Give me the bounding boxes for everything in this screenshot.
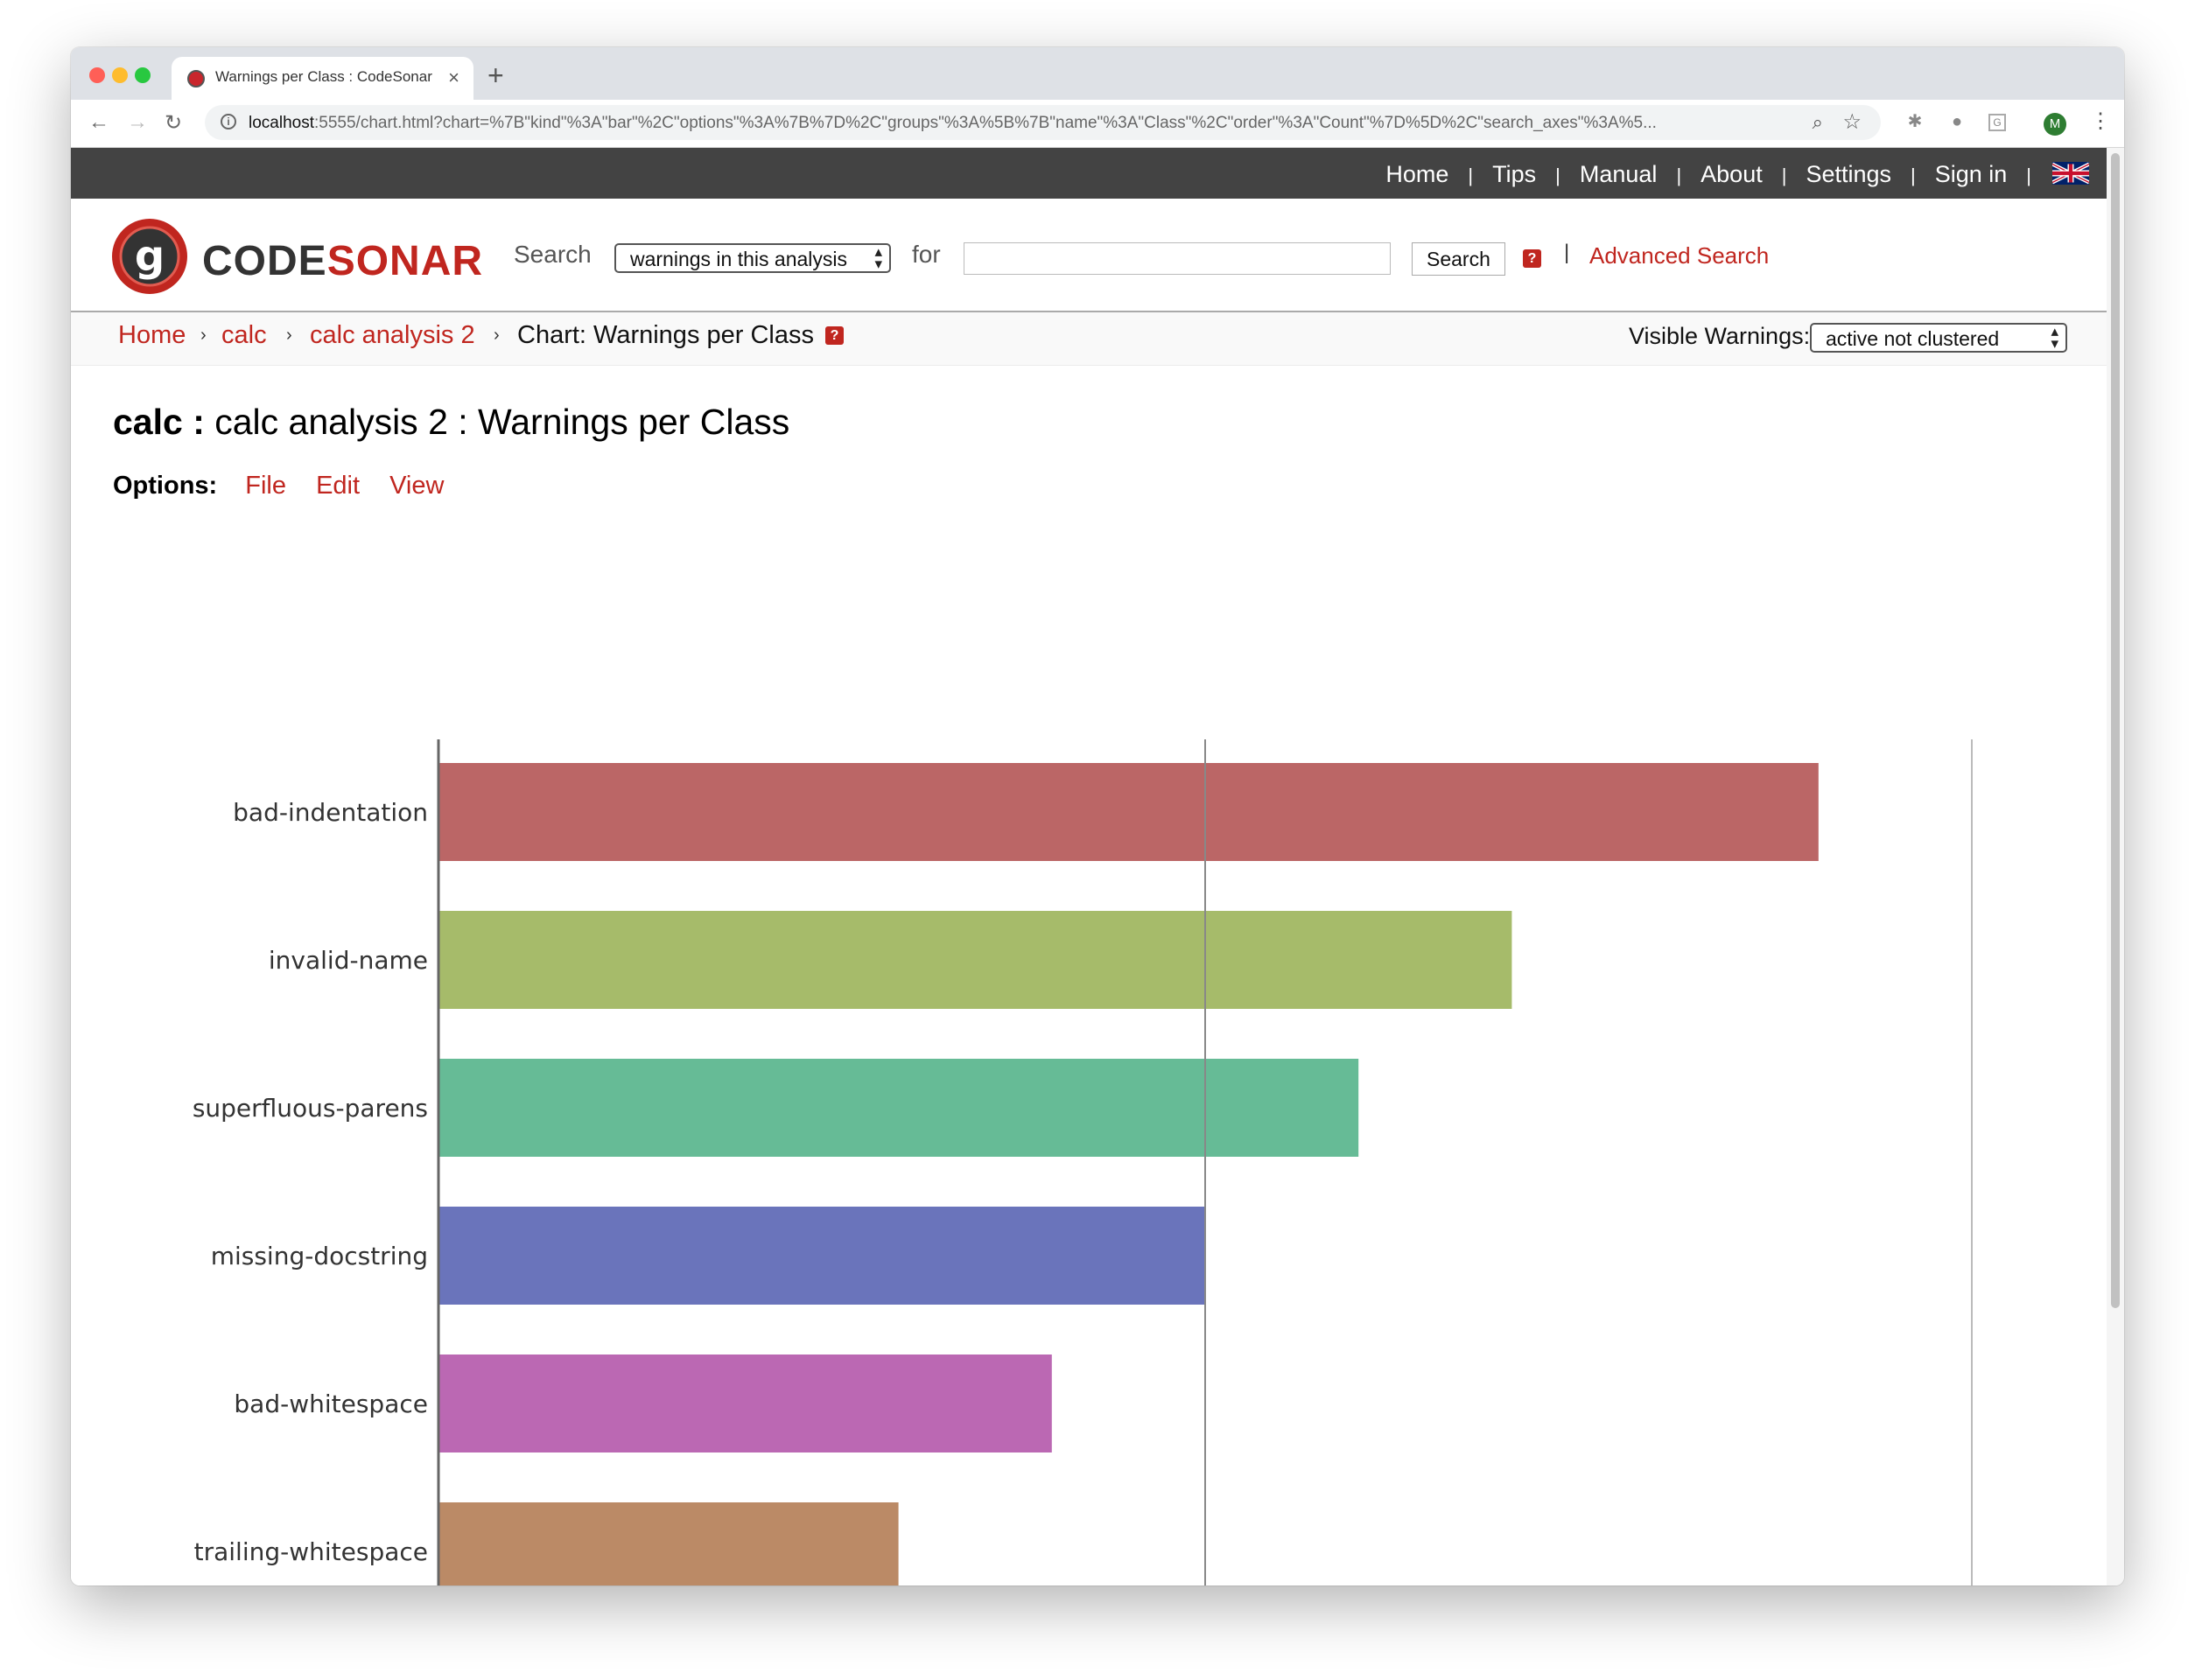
codesonar-logo-icon[interactable]: g [111,218,188,295]
codesonar-favicon-icon [187,70,205,88]
address-bar[interactable]: i localhost:5555/chart.html?chart=%7B"ki… [205,105,1881,140]
browser-tab[interactable]: Warnings per Class : CodeSonar × [172,57,473,100]
tab-strip: Warnings per Class : CodeSonar × + [71,47,2124,100]
minimize-window-button[interactable] [112,67,128,83]
options-edit-link[interactable]: Edit [316,472,360,500]
vertical-scrollbar[interactable] [2107,148,2124,1586]
bar-bad-whitespace[interactable] [438,1354,1052,1452]
back-arrow-icon[interactable]: ← [88,110,109,135]
topnav-separator: | [1676,164,1682,186]
options-bar: Options: File Edit View [113,472,466,500]
select-arrows-icon: ▴ ▾ [874,243,882,272]
search-input[interactable] [964,242,1391,275]
reload-icon[interactable]: ↻ [165,110,182,136]
bookmark-star-icon[interactable]: ☆ [1842,109,1862,135]
breadcrumb-bar: Home › calc › calc analysis 2 › Chart: W… [71,312,2107,366]
bar-missing-docstring[interactable] [438,1207,1205,1305]
options-label: Options: [113,472,218,500]
search-help-icon[interactable]: ? [1523,249,1541,268]
topnav-separator: | [2026,164,2031,186]
chart-help-icon[interactable]: ? [825,326,844,345]
bar-bad-indentation[interactable] [438,763,1819,861]
topnav-separator: | [1781,164,1787,186]
breadcrumb-current: Chart: Warnings per Class [517,321,814,349]
browser-menu-icon[interactable]: ⋮ [2090,108,2111,134]
options-file-link[interactable]: File [245,472,286,500]
browser-window: Warnings per Class : CodeSonar × + ← → ↻… [71,47,2124,1586]
address-url[interactable]: localhost:5555/chart.html?chart=%7B"kind… [249,114,1789,133]
category-label: trailing-whitespace [194,1537,428,1566]
extension-puzzle-icon[interactable]: ✱ [1905,112,1925,131]
warnings-bar-chart: bad-indentation invalid-name superfluous-p… [71,620,2107,1586]
scrollbar-thumb[interactable] [2111,153,2120,1308]
for-label: for [912,241,941,268]
forward-arrow-icon[interactable]: → [127,110,148,135]
breadcrumb-analysis[interactable]: calc analysis 2 [310,321,475,350]
chart-svg: bad-indentation invalid-name superfluous-p… [193,739,1973,1586]
category-label: missing-docstring [211,1242,428,1270]
site-header: g CODESONAR Search warnings in this anal… [71,199,2107,312]
topnav-manual-link[interactable]: Manual [1580,161,1658,187]
extension-circle-icon[interactable]: ● [1947,112,1967,131]
zoom-magnifier-icon[interactable]: ⌕ [1813,111,1823,134]
breadcrumb-separator: › [494,326,500,345]
search-label: Search [514,241,592,268]
visible-warnings-label: Visible Warnings: [1629,323,1811,349]
extension-g-icon[interactable]: G [1988,114,2006,131]
topnav-separator: | [1468,164,1474,186]
web-page: Home | Tips | Manual | About | Settings | Sign in |… [71,148,2107,1586]
topnav-sign-in-link[interactable]: Sign in [1935,161,2008,187]
bar-trailing-whitespace[interactable] [438,1502,899,1586]
site-info-icon[interactable]: i [221,114,236,130]
bar-superfluous-parens[interactable] [438,1059,1359,1157]
category-label: bad-whitespace [234,1390,428,1418]
svg-text:g: g [135,232,165,281]
tab-close-icon[interactable]: × [448,66,459,89]
zoom-window-button[interactable] [135,67,151,83]
top-navigation: Home | Tips | Manual | About | Settings | Sign in | [71,148,2107,199]
visible-warnings-select[interactable]: active not clustered ▴ ▾ [1810,323,2067,353]
topnav-about-link[interactable]: About [1701,161,1763,187]
topnav-separator: | [1911,164,1916,186]
top-nav-links: Home | Tips | Manual | About | Settings | Sign in | [1385,161,2051,188]
search-scope-select[interactable]: warnings in this analysis ▴ ▾ [614,243,891,273]
codesonar-wordmark[interactable]: CODESONAR [202,237,483,285]
header-separator: | [1564,241,1570,264]
advanced-search-link[interactable]: Advanced Search [1589,242,1769,270]
uk-flag-icon[interactable] [2052,162,2089,185]
bar-invalid-name[interactable] [438,911,1512,1009]
tab-title: Warnings per Class : CodeSonar [215,68,432,85]
topnav-tips-link[interactable]: Tips [1492,161,1536,187]
category-label: invalid-name [269,946,428,975]
page-title: calc : calc analysis 2 : Warnings per Cl… [113,402,790,442]
options-view-link[interactable]: View [389,472,444,500]
topnav-settings-link[interactable]: Settings [1806,161,1891,187]
breadcrumb-calc[interactable]: calc [221,321,267,350]
browser-toolbar: ← → ↻ i localhost:5555/chart.html?chart=… [71,100,2124,148]
profile-avatar[interactable]: M [2044,113,2066,136]
category-label: superfluous-parens [193,1094,428,1123]
breadcrumb-separator: › [286,326,292,345]
topnav-home-link[interactable]: Home [1385,161,1448,187]
search-button[interactable]: Search [1412,242,1505,276]
topnav-separator: | [1555,164,1560,186]
category-label: bad-indentation [233,798,428,827]
close-window-button[interactable] [89,67,105,83]
new-tab-button[interactable]: + [487,60,504,92]
breadcrumb-home[interactable]: Home [118,321,186,350]
breadcrumb-separator: › [200,326,207,345]
select-arrows-icon: ▴ ▾ [2051,323,2058,352]
